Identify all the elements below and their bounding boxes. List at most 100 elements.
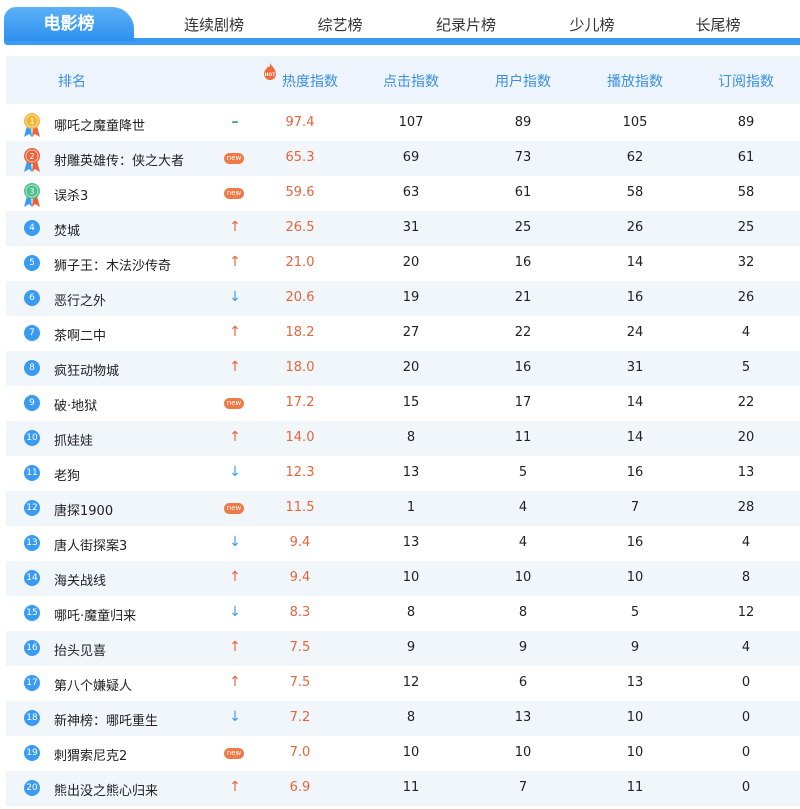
movie-title-link[interactable]: 新神榜：哪吒重生 (54, 710, 158, 729)
subscribe-value: 22 (737, 395, 755, 410)
user-value: 21 (514, 290, 532, 305)
table-row[interactable]: 20 熊出没之熊心归来 ↑ 6.9 11 7 11 0 (6, 771, 800, 806)
movie-title-link[interactable]: 抬头见喜 (54, 640, 106, 659)
tab-variety[interactable]: 综艺榜 (290, 14, 390, 35)
score-value: 18.2 (285, 325, 315, 340)
rank-number: 13 (24, 535, 40, 551)
tab-movie[interactable]: 电影榜 (4, 7, 134, 41)
new-badge: new (224, 188, 244, 199)
movie-title-link[interactable]: 茶啊二中 (54, 325, 106, 344)
table-row[interactable]: 6 恶行之外 ↓ 20.6 19 21 16 26 (6, 281, 800, 316)
rank-number: 19 (24, 745, 40, 761)
movie-title-link[interactable]: 唐人街探案3 (54, 535, 127, 554)
movie-title-link[interactable]: 刺猬索尼克2 (54, 745, 127, 764)
score-value: 14.0 (285, 430, 315, 445)
play-value: 14 (626, 255, 644, 270)
user-value: 22 (514, 325, 532, 340)
table-row[interactable]: 10 抓娃娃 ↑ 14.0 8 11 14 20 (6, 421, 800, 456)
click-value: 8 (406, 430, 416, 445)
click-value: 1 (406, 500, 416, 515)
user-value: 6 (518, 675, 528, 690)
rank-number: 14 (24, 570, 40, 586)
movie-title-link[interactable]: 疯狂动物城 (54, 360, 119, 379)
header-click[interactable]: 点击指数 (383, 71, 439, 91)
movie-title-link[interactable]: 熊出没之熊心归来 (54, 780, 158, 799)
movie-title-link[interactable]: 哪吒·魔童归来 (54, 605, 136, 624)
table-row[interactable]: 14 海关战线 ↑ 9.4 10 10 10 8 (6, 561, 800, 596)
table-row[interactable]: 17 第八个嫌疑人 ↑ 7.5 12 6 13 0 (6, 666, 800, 701)
trend-up-icon: ↑ (229, 359, 241, 375)
header-rank[interactable]: 排名 (58, 71, 86, 91)
rank-number: 18 (24, 710, 40, 726)
rank-number: 11 (24, 465, 40, 481)
table-row[interactable]: 12 唐探1900 new 11.5 1 4 7 28 (6, 491, 800, 526)
tab-long-tail[interactable]: 长尾榜 (668, 14, 768, 35)
header-subscribe[interactable]: 订阅指数 (718, 71, 774, 91)
table-row[interactable]: 1 哪吒之魔童降世 – 97.4 107 89 105 89 (6, 106, 800, 141)
play-value: 14 (626, 430, 644, 445)
click-value: 27 (402, 325, 420, 340)
table-row[interactable]: 9 破·地狱 new 17.2 15 17 14 22 (6, 386, 800, 421)
hot-flame-icon: HOT (264, 63, 276, 80)
score-value: 97.4 (285, 115, 315, 130)
play-value: 24 (626, 325, 644, 340)
movie-title-link[interactable]: 老狗 (54, 465, 80, 484)
table-row[interactable]: 8 疯狂动物城 ↑ 18.0 20 16 31 5 (6, 351, 800, 386)
score-value: 26.5 (285, 220, 315, 235)
trend-up-icon: ↑ (229, 324, 241, 340)
tab-tv-series[interactable]: 连续剧榜 (164, 14, 264, 35)
click-value: 13 (402, 465, 420, 480)
tab-kids[interactable]: 少儿榜 (542, 14, 642, 35)
movie-title-link[interactable]: 抓娃娃 (54, 430, 93, 449)
score-value: 9.4 (289, 535, 311, 550)
table-row[interactable]: 11 老狗 ↓ 12.3 13 5 16 13 (6, 456, 800, 491)
movie-title-link[interactable]: 海关战线 (54, 570, 106, 589)
movie-title-link[interactable]: 哪吒之魔童降世 (54, 115, 145, 134)
subscribe-value: 61 (737, 150, 755, 165)
rank-number: 5 (24, 255, 40, 271)
user-value: 16 (514, 255, 532, 270)
movie-title-link[interactable]: 唐探1900 (54, 500, 113, 519)
tab-documentary[interactable]: 纪录片榜 (416, 14, 516, 35)
movie-title-link[interactable]: 恶行之外 (54, 290, 106, 309)
user-value: 5 (518, 465, 528, 480)
trend-flat-icon: – (231, 114, 239, 130)
table-row[interactable]: 19 刺猬索尼克2 new 7.0 10 10 10 0 (6, 736, 800, 771)
table-row[interactable]: 18 新神榜：哪吒重生 ↓ 7.2 8 13 10 0 (6, 701, 800, 736)
table-row[interactable]: 15 哪吒·魔童归来 ↓ 8.3 8 8 5 12 (6, 596, 800, 631)
table-row[interactable]: 4 焚城 ↑ 26.5 31 25 26 25 (6, 211, 800, 246)
play-value: 58 (626, 185, 644, 200)
subscribe-value: 4 (741, 640, 751, 655)
click-value: 9 (406, 640, 416, 655)
play-value: 31 (626, 360, 644, 375)
table-row[interactable]: 2 射雕英雄传：侠之大者 new 65.3 69 73 62 61 (6, 141, 800, 176)
header-user[interactable]: 用户指数 (495, 71, 551, 91)
rank-number: 2 (29, 152, 34, 161)
click-value: 15 (402, 395, 420, 410)
movie-title-link[interactable]: 狮子王：木法沙传奇 (54, 255, 171, 274)
table-row[interactable]: 7 茶啊二中 ↑ 18.2 27 22 24 4 (6, 316, 800, 351)
click-value: 31 (402, 220, 420, 235)
header-play[interactable]: 播放指数 (607, 71, 663, 91)
play-value: 62 (626, 150, 644, 165)
play-value: 13 (626, 675, 644, 690)
subscribe-value: 26 (737, 290, 755, 305)
header-score[interactable]: 热度指数 (282, 71, 338, 91)
trend-up-icon: ↑ (229, 254, 241, 270)
table-row[interactable]: 3 误杀3 new 59.6 63 61 58 58 (6, 176, 800, 211)
play-value: 14 (626, 395, 644, 410)
movie-title-link[interactable]: 破·地狱 (54, 395, 97, 414)
score-value: 17.2 (285, 395, 315, 410)
movie-title-link[interactable]: 误杀3 (54, 185, 88, 204)
user-value: 10 (514, 745, 532, 760)
table-row[interactable]: 13 唐人街探案3 ↓ 9.4 13 4 16 4 (6, 526, 800, 561)
user-value: 4 (518, 500, 528, 515)
user-value: 73 (514, 150, 532, 165)
movie-title-link[interactable]: 焚城 (54, 220, 80, 239)
user-value: 4 (518, 535, 528, 550)
table-row[interactable]: 5 狮子王：木法沙传奇 ↑ 21.0 20 16 14 32 (6, 246, 800, 281)
table-row[interactable]: 16 抬头见喜 ↑ 7.5 9 9 9 4 (6, 631, 800, 666)
movie-title-link[interactable]: 射雕英雄传：侠之大者 (54, 150, 184, 169)
subscribe-value: 0 (741, 745, 751, 760)
movie-title-link[interactable]: 第八个嫌疑人 (54, 675, 132, 694)
